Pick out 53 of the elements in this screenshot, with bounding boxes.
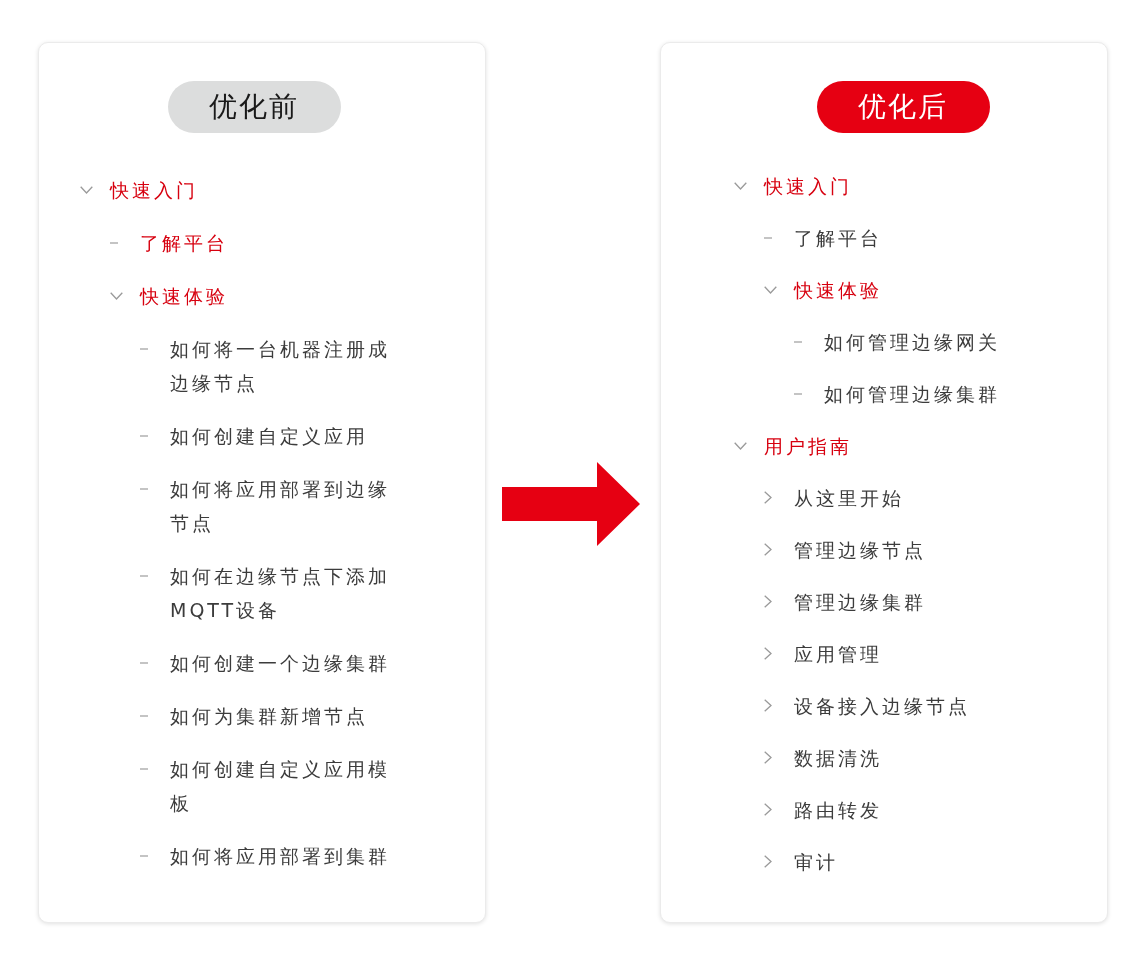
nav-item[interactable]: 审计 — [794, 845, 838, 879]
chevron-down-icon[interactable] — [734, 182, 747, 190]
chevron-right-icon[interactable] — [764, 595, 772, 608]
nav-item[interactable]: 如何管理边缘网关 — [824, 325, 1000, 359]
nav-item[interactable]: 应用管理 — [794, 637, 882, 671]
nav-item[interactable]: 路由转发 — [794, 793, 882, 827]
dash-icon — [110, 242, 118, 244]
nav-item[interactable]: 快速体验 — [794, 273, 882, 307]
chevron-down-icon[interactable] — [764, 286, 777, 294]
dash-icon — [794, 341, 802, 343]
nav-item[interactable]: 如何创建自定义应用模板 — [170, 752, 396, 820]
nav-item[interactable]: 快速入门 — [110, 173, 198, 207]
chevron-down-icon[interactable] — [80, 186, 93, 194]
dash-icon — [140, 715, 148, 717]
nav-item[interactable]: 如何管理边缘集群 — [824, 377, 1000, 411]
nav-item[interactable]: 如何将一台机器注册成边缘节点 — [170, 332, 396, 400]
dash-icon — [140, 348, 148, 350]
nav-item[interactable]: 快速入门 — [764, 169, 852, 203]
chevron-right-icon[interactable] — [764, 751, 772, 764]
nav-item[interactable]: 快速体验 — [140, 279, 228, 313]
nav-item[interactable]: 如何将应用部署到集群 — [170, 839, 390, 873]
title-badge: 优化后 — [816, 81, 990, 133]
chevron-down-icon[interactable] — [110, 292, 123, 300]
nav-item[interactable]: 如何为集群新增节点 — [170, 699, 368, 733]
dash-icon — [140, 575, 148, 577]
nav-item[interactable]: 如何创建自定义应用 — [170, 419, 368, 453]
chevron-right-icon[interactable] — [764, 647, 772, 660]
nav-item[interactable]: 设备接入边缘节点 — [794, 689, 970, 723]
nav-item[interactable]: 用户指南 — [764, 429, 852, 463]
chevron-right-icon[interactable] — [764, 699, 772, 712]
dash-icon — [140, 768, 148, 770]
dash-icon — [140, 662, 148, 664]
nav-item[interactable]: 管理边缘集群 — [794, 585, 926, 619]
nav-item[interactable]: 了解平台 — [140, 226, 228, 260]
right-arrow-icon — [502, 462, 640, 546]
dash-icon — [140, 488, 148, 490]
nav-item[interactable]: 如何创建一个边缘集群 — [170, 646, 390, 680]
dash-icon — [794, 393, 802, 395]
dash-icon — [140, 855, 148, 857]
chevron-right-icon[interactable] — [764, 543, 772, 556]
dash-icon — [140, 435, 148, 437]
chevron-right-icon[interactable] — [764, 491, 772, 504]
chevron-down-icon[interactable] — [734, 442, 747, 450]
title-badge: 优化前 — [167, 81, 341, 133]
nav-item[interactable]: 了解平台 — [794, 221, 882, 255]
nav-item[interactable]: 从这里开始 — [794, 481, 904, 515]
dash-icon — [764, 237, 772, 239]
chevron-right-icon[interactable] — [764, 855, 772, 868]
chevron-right-icon[interactable] — [764, 803, 772, 816]
nav-item[interactable]: 管理边缘节点 — [794, 533, 926, 567]
nav-item[interactable]: 如何将应用部署到边缘节点 — [170, 472, 396, 540]
nav-item[interactable]: 数据清洗 — [794, 741, 882, 775]
nav-item[interactable]: 如何在边缘节点下添加MQTT设备 — [170, 559, 396, 627]
